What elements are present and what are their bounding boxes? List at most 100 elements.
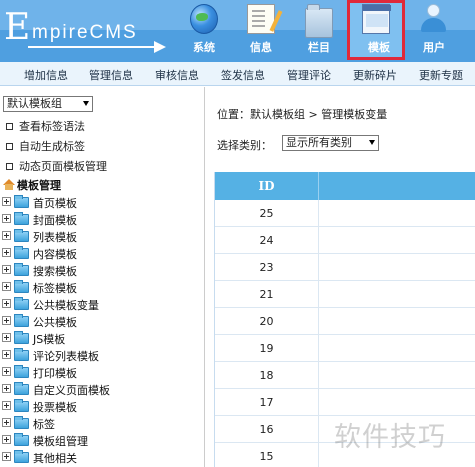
expand-plus-icon[interactable] xyxy=(2,452,11,461)
folder-icon xyxy=(14,314,29,327)
submenu-manage-comments[interactable]: 管理评论 xyxy=(287,67,331,83)
folder-icon xyxy=(14,331,29,344)
folder-icon xyxy=(305,4,333,38)
left-sidebar: 默认模板组 查看标签语法 自动生成标签 动态页面模板管理 模板管理 首页模板封面… xyxy=(0,87,205,467)
tree-item-label: 投票模板 xyxy=(33,401,77,414)
template-group-select[interactable]: 默认模板组 xyxy=(3,96,93,112)
folder-icon xyxy=(14,195,29,208)
nav-template[interactable]: 模板 xyxy=(347,0,405,60)
link-label: 查看标签语法 xyxy=(19,120,85,133)
tree-item-label: 自定义页面模板 xyxy=(33,384,110,397)
submenu-add-info[interactable]: 增加信息 xyxy=(24,67,68,83)
cell-id: 15 xyxy=(215,443,319,467)
folder-icon xyxy=(14,382,29,395)
expand-plus-icon[interactable] xyxy=(2,316,11,325)
expand-plus-icon[interactable] xyxy=(2,367,11,376)
expand-plus-icon[interactable] xyxy=(2,231,11,240)
submenu-sign-info[interactable]: 签发信息 xyxy=(221,67,265,83)
bullet-square-icon xyxy=(6,163,13,170)
empirecms-logo[interactable]: E mpireCMS xyxy=(4,8,174,54)
expand-plus-icon[interactable] xyxy=(2,384,11,393)
submenu-manage-info[interactable]: 管理信息 xyxy=(89,67,133,83)
watermark-text: 软件技巧 xyxy=(334,422,446,453)
tree-item-label: 模板组管理 xyxy=(33,435,88,448)
nav-user-label: 用户 xyxy=(423,41,445,54)
expand-plus-icon[interactable] xyxy=(2,282,11,291)
expand-plus-icon[interactable] xyxy=(2,350,11,359)
tree-item-label: 其他相关 xyxy=(33,452,77,465)
logo-arrow-icon xyxy=(154,41,166,53)
tree-item-label: JS模板 xyxy=(33,333,66,346)
nav-system[interactable]: 系统 xyxy=(175,0,233,62)
submenu-update-topics[interactable]: 更新专题 xyxy=(419,67,463,83)
column-header-id[interactable]: ID xyxy=(215,172,319,200)
table-row: 21 xyxy=(215,281,475,308)
folder-icon xyxy=(14,399,29,412)
nav-info[interactable]: 信息 xyxy=(232,0,290,62)
expand-plus-icon[interactable] xyxy=(2,401,11,410)
nav-template-label: 模板 xyxy=(368,41,390,54)
folder-icon xyxy=(14,450,29,463)
home-icon xyxy=(3,179,15,190)
logo-letter: E xyxy=(4,7,30,48)
table-row: 24 xyxy=(215,227,475,254)
tree-item-label: 内容模板 xyxy=(33,248,77,261)
expand-plus-icon[interactable] xyxy=(2,418,11,427)
folder-icon xyxy=(14,297,29,310)
tree-root-label: 模板管理 xyxy=(17,179,61,192)
table-row: 25 xyxy=(215,200,475,227)
tree-item-label: 打印模板 xyxy=(33,367,77,380)
link-label: 自动生成标签 xyxy=(19,140,85,153)
nav-user[interactable]: 用户 xyxy=(405,0,463,62)
cell-id: 23 xyxy=(215,254,319,281)
tree-item-label: 公共模板变量 xyxy=(33,299,99,312)
cell-id: 21 xyxy=(215,281,319,308)
top-header: E mpireCMS 系统 信息 栏目 模板 用户 xyxy=(0,0,475,62)
globe-icon xyxy=(190,4,218,34)
tree-item-label: 封面模板 xyxy=(33,214,77,227)
expand-plus-icon[interactable] xyxy=(2,435,11,444)
expand-plus-icon[interactable] xyxy=(2,214,11,223)
expand-plus-icon[interactable] xyxy=(2,333,11,342)
cell-id: 24 xyxy=(215,227,319,254)
cell-id: 20 xyxy=(215,308,319,335)
link-label: 动态页面模板管理 xyxy=(19,160,107,173)
expand-plus-icon[interactable] xyxy=(2,265,11,274)
tree-item-label: 评论列表模板 xyxy=(33,350,99,363)
submenu-update-fragments[interactable]: 更新碎片 xyxy=(353,67,397,83)
folder-icon xyxy=(14,229,29,242)
tree-item-label: 标签模板 xyxy=(33,282,77,295)
expand-plus-icon[interactable] xyxy=(2,248,11,257)
bullet-square-icon xyxy=(6,123,13,130)
folder-icon xyxy=(14,212,29,225)
expand-plus-icon[interactable] xyxy=(2,299,11,308)
link-view-tag-syntax[interactable]: 查看标签语法 xyxy=(6,118,85,134)
table-row: 17 xyxy=(215,389,475,416)
logo-text: mpireCMS xyxy=(32,22,138,43)
nav-column-label: 栏目 xyxy=(308,41,330,54)
template-window-icon xyxy=(362,4,391,34)
table-row: 23 xyxy=(215,254,475,281)
expand-plus-icon[interactable] xyxy=(2,197,11,206)
folder-icon xyxy=(14,348,29,361)
folder-icon xyxy=(14,246,29,259)
category-filter-select[interactable]: 显示所有类别 xyxy=(282,135,379,151)
table-header: ID xyxy=(215,172,475,200)
main-panel: 位置：默认模板组 > 管理模板变量 选择类别： 显示所有类别 ID 25 24 23… xyxy=(206,87,475,467)
sub-menu: 增加信息 管理信息 审核信息 签发信息 管理评论 更新碎片 更新专题 xyxy=(0,62,475,86)
user-icon xyxy=(420,4,448,34)
logo-underline xyxy=(28,46,156,48)
link-dynamic-page-templates[interactable]: 动态页面模板管理 xyxy=(6,158,107,174)
folder-icon xyxy=(14,280,29,293)
table-row: 20 xyxy=(215,308,475,335)
tree-item-label: 首页模板 xyxy=(33,197,77,210)
nav-column[interactable]: 栏目 xyxy=(290,0,348,62)
tree-root-template-management[interactable]: 模板管理 xyxy=(3,177,61,193)
chevron-down-icon xyxy=(83,101,89,106)
nav-info-label: 信息 xyxy=(250,41,272,54)
link-auto-generate-tags[interactable]: 自动生成标签 xyxy=(6,138,85,154)
document-icon xyxy=(247,4,283,34)
submenu-review-info[interactable]: 审核信息 xyxy=(155,67,199,83)
cell-id: 25 xyxy=(215,200,319,227)
chevron-down-icon xyxy=(369,140,375,145)
